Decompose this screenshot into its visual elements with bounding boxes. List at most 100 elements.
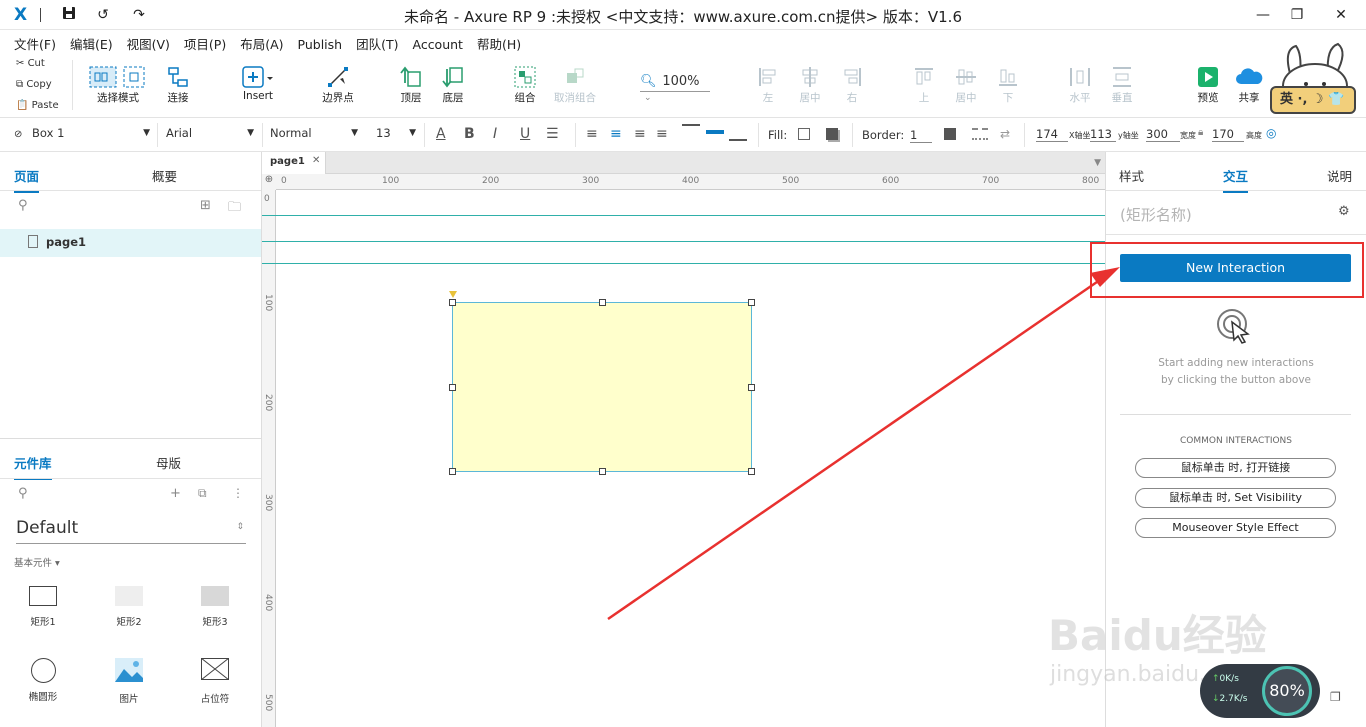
library-select[interactable]: Default ⇕	[16, 518, 246, 544]
insert-button[interactable]: Insert	[230, 64, 286, 102]
paste-button[interactable]: 📋 Paste	[16, 100, 59, 111]
menu-edit[interactable]: 编辑(E)	[70, 30, 113, 53]
shape-name-input[interactable]: (矩形名称)	[1120, 204, 1192, 225]
shadow-icon[interactable]	[826, 128, 838, 140]
x-input[interactable]: 174	[1036, 127, 1068, 142]
widget-ellipse[interactable]: 椭圆形	[14, 658, 72, 703]
tabs-dropdown-icon[interactable]: ▼	[1094, 158, 1101, 168]
search-icon[interactable]: ⚲	[18, 486, 28, 501]
zoom-select[interactable]: 🔍︎ 100% ⌄	[640, 74, 710, 103]
guide-line[interactable]	[262, 241, 1105, 242]
menu-layout[interactable]: 布局(A)	[240, 30, 283, 53]
tab-pages[interactable]: 页面	[14, 166, 40, 193]
tab-style[interactable]: 样式	[1119, 166, 1144, 185]
left-panel: 页面 概要 ⚲ ⊞ 🗀 page1 元件库 母版 ⚲ + ⧉ ⋮ Default…	[0, 152, 262, 727]
visibility-eye-icon[interactable]: ◎	[1266, 126, 1276, 140]
group-button[interactable]: 组合	[497, 64, 553, 105]
menu-project[interactable]: 项目(P)	[184, 30, 226, 53]
y-input[interactable]: 113	[1090, 127, 1116, 142]
align-bottom-button[interactable]: 下	[980, 64, 1036, 105]
connect-button[interactable]: 连接	[150, 64, 206, 105]
network-speed-widget[interactable]: ↑0K/s ↓2.7K/s 80%	[1200, 664, 1320, 718]
arrow-style-icon[interactable]: ⇄	[1000, 127, 1010, 141]
select-mode-button[interactable]: 选择模式	[80, 64, 156, 105]
distribute-v-button[interactable]: 垂直	[1094, 64, 1150, 105]
more-vertical-icon[interactable]: ⋮	[232, 486, 244, 500]
send-to-back-button[interactable]: 底层	[425, 64, 481, 105]
menu-account[interactable]: Account	[412, 33, 462, 52]
corner-radius-handle[interactable]	[449, 291, 457, 298]
font-weight-select[interactable]: Normal ▼	[270, 126, 358, 144]
widget-image[interactable]: 图片	[100, 658, 158, 705]
font-color-icon[interactable]: A	[436, 126, 446, 142]
valign-bottom-icon[interactable]	[729, 138, 747, 141]
page-list-item[interactable]: page1	[0, 229, 261, 257]
download-arrow-icon: ↓	[1212, 694, 1220, 704]
menu-file[interactable]: 文件(F)	[14, 30, 56, 53]
cut-button[interactable]: ✂ Cut	[16, 58, 45, 69]
menu-help[interactable]: 帮助(H)	[477, 30, 521, 53]
resize-handle-sw[interactable]	[449, 468, 456, 475]
bullet-list-icon[interactable]: ☰	[546, 126, 559, 142]
settings-sliders-icon[interactable]: ⚙	[1338, 204, 1350, 219]
minimize-icon[interactable]: —	[1254, 6, 1272, 24]
points-icon	[328, 67, 348, 87]
resize-handle-nw[interactable]	[449, 299, 456, 306]
tab-libraries[interactable]: 元件库	[14, 453, 52, 480]
ungroup-button[interactable]: 取消组合	[546, 64, 604, 105]
widget-placeholder[interactable]: 占位符	[186, 657, 244, 705]
search-icon[interactable]: ⚲	[18, 198, 28, 213]
style-select[interactable]: ⊘ Box 1 ▼	[14, 126, 150, 144]
add-folder-icon[interactable]: 🗀	[228, 198, 241, 220]
close-icon[interactable]: ✕	[1332, 6, 1350, 24]
menu-team[interactable]: 团队(T)	[356, 30, 398, 53]
tab-notes[interactable]: 说明	[1327, 166, 1352, 185]
ime-language-badge[interactable]: 英 ·, ☽ 👕	[1270, 86, 1356, 114]
widget-rectangle-2[interactable]: 矩形2	[100, 586, 158, 628]
widget-rectangle-3[interactable]: 矩形3	[186, 586, 244, 628]
fill-color-swatch[interactable]	[798, 128, 810, 140]
share-button[interactable]: 共享	[1221, 64, 1277, 105]
font-size-select[interactable]: 13 ▼	[376, 126, 416, 144]
common-click-set-visibility[interactable]: 鼠标单击 时, Set Visibility	[1135, 488, 1336, 508]
points-button[interactable]: 边界点	[310, 64, 366, 105]
height-input[interactable]: 170	[1212, 127, 1244, 142]
add-library-icon[interactable]: +	[170, 486, 181, 501]
border-style-icon[interactable]	[972, 128, 988, 140]
common-click-open-link[interactable]: 鼠标单击 时, 打开链接	[1135, 458, 1336, 478]
divider	[1120, 414, 1351, 415]
add-page-icon[interactable]: ⊞	[200, 198, 211, 213]
section-basic-widgets[interactable]: 基本元件 ▾	[14, 555, 60, 569]
font-family-select[interactable]: Arial ▼	[166, 126, 254, 144]
close-tab-icon[interactable]: ✕	[312, 155, 320, 166]
restore-window-icon[interactable]: ❐	[1330, 690, 1341, 704]
tab-masters[interactable]: 母版	[156, 453, 181, 472]
border-width-input[interactable]: 1	[910, 128, 932, 143]
tab-outline[interactable]: 概要	[152, 166, 177, 185]
copy-button[interactable]: ⧉ Copy	[16, 79, 52, 90]
valign-middle-icon[interactable]	[706, 130, 724, 134]
library-copy-icon[interactable]: ⧉	[198, 486, 207, 501]
menu-publish[interactable]: Publish	[298, 33, 343, 52]
widget-rectangle-1[interactable]: 矩形1	[14, 586, 72, 628]
common-mouseover-style[interactable]: Mouseover Style Effect	[1135, 518, 1336, 538]
valign-top-icon[interactable]	[682, 124, 700, 127]
text-align-center-icon[interactable]: ≡	[610, 126, 622, 142]
text-justify-icon[interactable]: ≡	[656, 126, 668, 142]
bold-icon[interactable]: B	[464, 126, 475, 142]
new-interaction-button[interactable]: New Interaction	[1120, 254, 1351, 282]
guide-line[interactable]	[262, 215, 1105, 216]
resize-handle-w[interactable]	[449, 384, 456, 391]
align-right-button[interactable]: 右	[824, 64, 880, 105]
doc-tab-page1[interactable]: page1 ✕	[262, 152, 326, 174]
underline-icon[interactable]: U	[520, 126, 530, 142]
text-align-left-icon[interactable]: ≡	[586, 126, 598, 142]
text-align-right-icon[interactable]: ≡	[634, 126, 646, 142]
border-color-swatch[interactable]	[944, 128, 956, 140]
maximize-icon[interactable]: ❐	[1288, 6, 1306, 24]
italic-icon[interactable]: I	[493, 126, 497, 142]
lock-ratio-icon[interactable]: 🔒︎	[1198, 127, 1203, 138]
tab-interactions[interactable]: 交互	[1223, 166, 1249, 193]
menu-view[interactable]: 视图(V)	[127, 30, 170, 53]
width-input[interactable]: 300	[1146, 127, 1180, 142]
